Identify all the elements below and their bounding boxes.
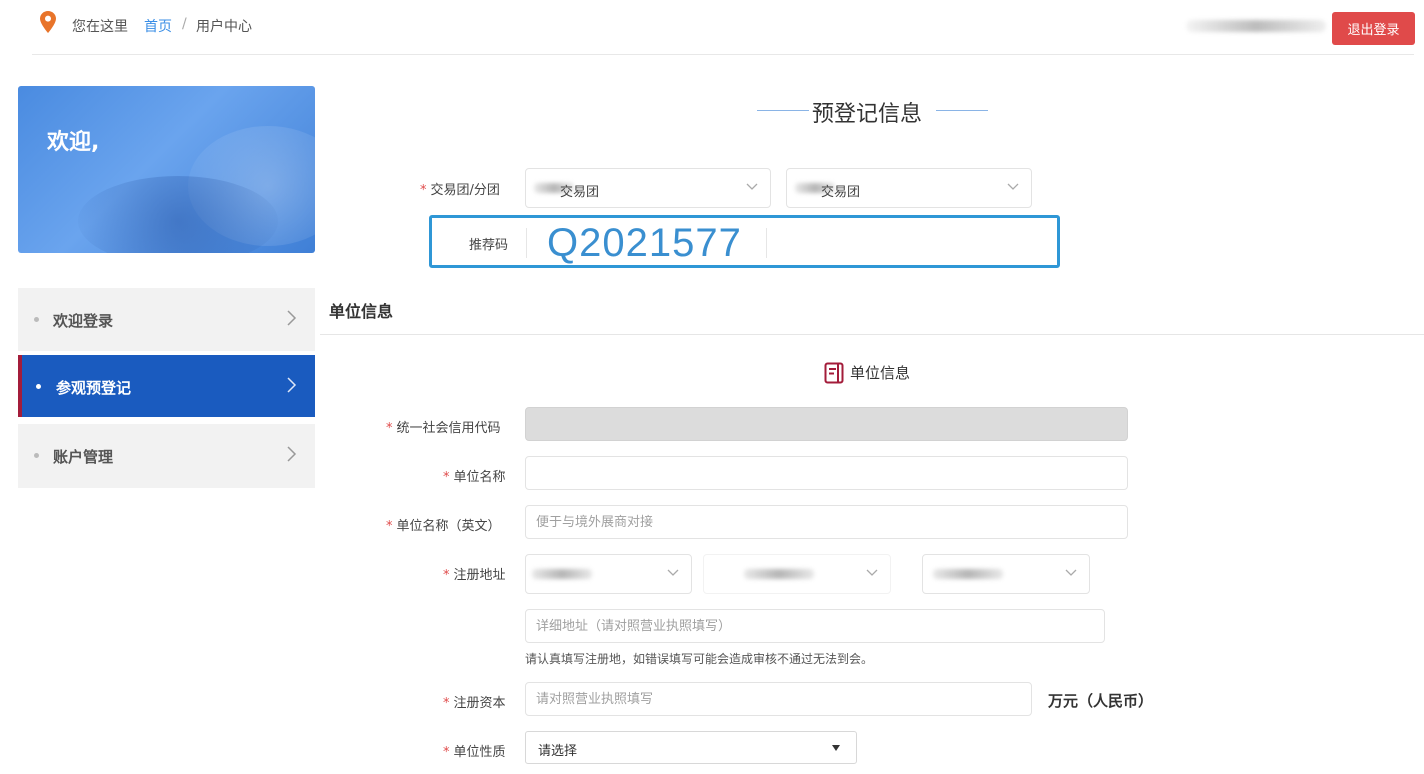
required-asterisk: * — [443, 470, 450, 485]
chevron-down-icon — [866, 569, 878, 576]
required-asterisk: * — [443, 568, 450, 583]
document-icon — [824, 362, 844, 384]
address-detail-input[interactable] — [525, 609, 1105, 643]
sidebar-item-account-management[interactable]: 账户管理 — [18, 424, 315, 488]
chevron-down-icon — [1007, 183, 1019, 190]
chevron-down-icon — [1065, 569, 1077, 576]
required-asterisk: * — [420, 183, 427, 198]
blurred-text — [532, 569, 592, 579]
company-name-label-row: * 单位名称 — [443, 466, 506, 485]
company-name-input[interactable] — [525, 456, 1128, 490]
capital-input[interactable] — [525, 682, 1032, 716]
subgroup-select[interactable]: 交易团 — [786, 168, 1032, 208]
breadcrumb-prefix: 您在这里 — [72, 19, 128, 35]
credit-code-label-row: * 统一社会信用代码 — [386, 417, 501, 436]
subgroup-select-value: 交易团 — [821, 185, 861, 200]
nature-label: 单位性质 — [453, 745, 506, 760]
capital-label-row: * 注册资本 — [443, 692, 506, 711]
top-bar: 您在这里 首页 / 用户中心 退出登录 — [0, 0, 1424, 55]
dropdown-arrow-icon — [832, 745, 840, 751]
company-name-en-label-row: * 单位名称（英文） — [386, 515, 501, 534]
capital-unit-label: 万元（人民币） — [1048, 692, 1154, 710]
company-name-label: 单位名称 — [453, 470, 506, 485]
address-hint: 请认真填写注册地，如错误填写可能会造成审核不通过无法到会。 — [525, 652, 874, 666]
company-nature-value: 请选择 — [538, 744, 578, 759]
location-pin-icon — [40, 11, 56, 33]
group-label-row: * 交易团/分团 — [420, 179, 500, 198]
unit-section-title: 单位信息 — [329, 302, 394, 321]
city-select[interactable] — [703, 554, 891, 594]
bullet-icon — [34, 453, 39, 458]
address-label-row: * 注册地址 — [443, 564, 506, 583]
group-select[interactable]: 交易团 — [525, 168, 771, 208]
breadcrumb-separator: / — [182, 16, 187, 32]
credit-code-input — [525, 407, 1128, 441]
company-nature-select[interactable]: 请选择 — [525, 731, 857, 764]
referral-code-value: Q2021577 — [547, 221, 742, 265]
group-select-value: 交易团 — [560, 185, 600, 200]
bullet-icon — [36, 384, 41, 389]
welcome-text: 欢迎, — [47, 130, 100, 155]
page-title: 预登记信息 — [812, 102, 923, 127]
chevron-right-icon — [287, 377, 297, 393]
logout-button[interactable]: 退出登录 — [1332, 12, 1415, 45]
required-asterisk: * — [386, 519, 393, 534]
capital-label: 注册资本 — [453, 696, 506, 711]
chevron-down-icon — [667, 569, 679, 576]
header-divider — [32, 54, 1414, 55]
title-decoration-line — [757, 110, 809, 111]
sidebar-item-label: 欢迎登录 — [53, 312, 114, 330]
breadcrumb-home-link[interactable]: 首页 — [144, 16, 172, 36]
section-divider — [320, 334, 1424, 335]
chevron-down-icon — [746, 183, 758, 190]
blurred-text — [744, 569, 814, 579]
title-decoration-line — [936, 110, 988, 111]
required-asterisk: * — [386, 421, 393, 436]
address-label: 注册地址 — [453, 568, 506, 583]
field-divider — [766, 228, 767, 258]
sidebar-item-visit-preregistration[interactable]: 参观预登记 — [18, 355, 315, 417]
bullet-icon — [34, 317, 39, 322]
chevron-right-icon — [287, 446, 297, 462]
blurred-text — [933, 569, 1003, 579]
username-blurred — [1186, 20, 1326, 32]
group-label: 交易团/分团 — [430, 183, 500, 198]
field-divider — [526, 228, 527, 258]
sidebar-item-label: 参观预登记 — [56, 379, 132, 397]
required-asterisk: * — [443, 696, 450, 711]
sidebar-item-label: 账户管理 — [53, 448, 114, 466]
welcome-banner: 欢迎, — [18, 86, 315, 253]
company-name-en-label: 单位名称（英文） — [396, 519, 501, 534]
referral-code-label: 推荐码 — [469, 238, 509, 253]
breadcrumb-current: 用户中心 — [196, 19, 252, 35]
sidebar-item-welcome-login[interactable]: 欢迎登录 — [18, 288, 315, 351]
credit-code-label: 统一社会信用代码 — [396, 421, 501, 436]
referral-code-field[interactable]: 推荐码 Q2021577 — [429, 215, 1060, 268]
province-select[interactable] — [525, 554, 692, 594]
nature-label-row: * 单位性质 — [443, 741, 506, 760]
district-select[interactable] — [922, 554, 1090, 594]
chevron-right-icon — [287, 310, 297, 326]
company-name-en-input[interactable] — [525, 505, 1128, 539]
unit-subtitle: 单位信息 — [850, 364, 911, 382]
required-asterisk: * — [443, 745, 450, 760]
